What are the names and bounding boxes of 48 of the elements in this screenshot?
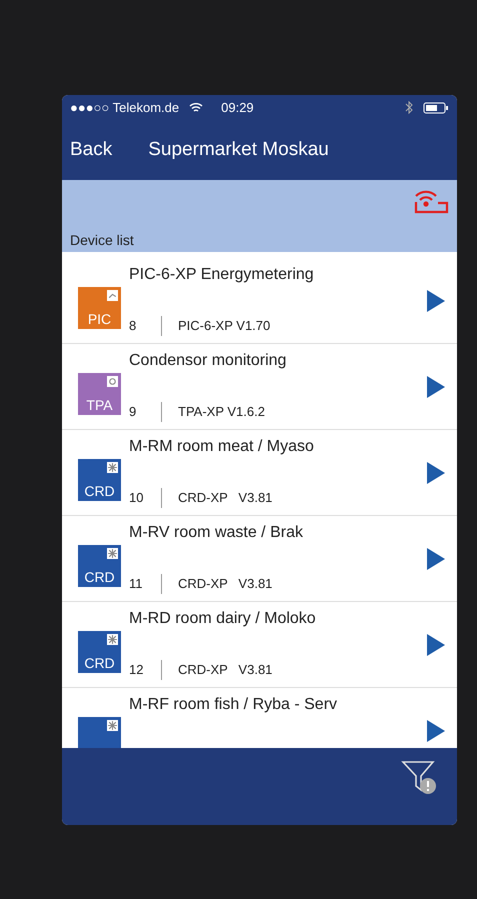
device-badge: CRD — [78, 544, 121, 586]
device-row[interactable]: CRD M-RD room dairy / Moloko 12 CRD-XP V3.81 — [62, 602, 457, 688]
device-number: 11 — [129, 576, 144, 591]
status-time: 09:29 — [221, 100, 254, 115]
device-name: PIC-6-XP Energymetering — [129, 266, 315, 284]
device-name: M-RD room dairy / Moloko — [129, 610, 317, 628]
device-model: CRD-XP V3.81 — [178, 576, 272, 591]
play-arrow-icon[interactable] — [427, 548, 445, 570]
device-model: CRD-XP V3.81 — [178, 490, 272, 505]
play-arrow-icon[interactable] — [427, 634, 445, 656]
device-name: Condensor monitoring — [129, 352, 288, 370]
device-model: CRD-XP V3.81 — [178, 662, 272, 677]
device-type-icon — [107, 634, 118, 644]
wifi-icon — [189, 102, 204, 113]
device-row[interactable]: TPA Condensor monitoring 9 TPA-XP V1.6.2 — [62, 344, 457, 430]
device-row[interactable]: CRD M-RM room meat / Myaso 10 CRD-XP V3.81 — [62, 430, 457, 516]
device-number: 10 — [129, 490, 144, 505]
back-button[interactable]: Back — [70, 139, 112, 161]
device-number: 8 — [129, 318, 138, 333]
wireless-connection-icon[interactable] — [413, 188, 449, 214]
device-type-icon — [107, 548, 118, 558]
play-arrow-icon[interactable] — [427, 462, 445, 484]
device-name: M-RF room fish / Ryba - Serv — [129, 696, 338, 714]
device-name: M-RM room meat / Myaso — [129, 438, 315, 456]
device-badge: CRD — [78, 458, 121, 500]
device-number: 9 — [129, 404, 138, 419]
filter-warning-icon[interactable] — [401, 758, 439, 796]
device-number: 12 — [129, 662, 144, 677]
device-type-icon — [107, 462, 118, 472]
section-label: Device list — [70, 232, 135, 248]
play-arrow-icon[interactable] — [427, 720, 445, 742]
device-type-icon — [107, 376, 118, 386]
device-row[interactable]: PIC PIC-6-XP Energymetering 8 PIC-6-XP V1.70 — [62, 258, 457, 344]
bluetooth-icon — [405, 101, 413, 114]
device-badge: CRD — [78, 630, 121, 672]
device-badge: TPA — [78, 372, 121, 414]
play-arrow-icon[interactable] — [427, 376, 445, 398]
device-name: M-RV room waste / Brak — [129, 524, 304, 542]
carrier-name: ●●●○○ Telekom.de — [70, 100, 180, 115]
battery-icon — [423, 102, 449, 114]
device-model: TPA-XP V1.6.2 — [178, 404, 265, 419]
device-type-icon — [107, 720, 118, 730]
device-type-icon — [107, 290, 118, 300]
device-model: PIC-6-XP V1.70 — [178, 318, 270, 333]
device-badge: PIC — [78, 286, 121, 328]
screen-title: Supermarket Moskau — [148, 139, 329, 161]
play-arrow-icon[interactable] — [427, 290, 445, 312]
device-row[interactable]: CRD M-RV room waste / Brak 11 CRD-XP V3.81 — [62, 516, 457, 602]
